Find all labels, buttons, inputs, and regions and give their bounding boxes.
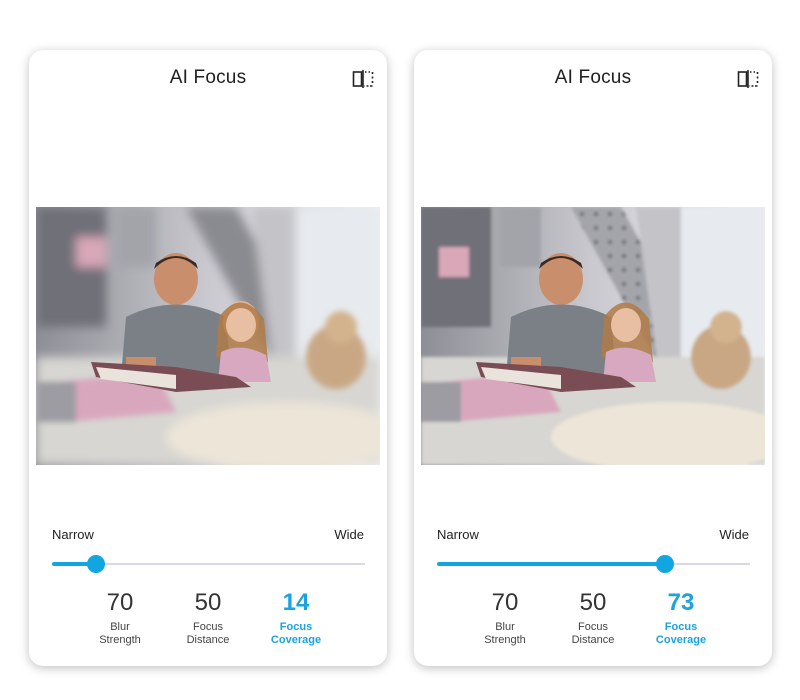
metric-value: 70 [106,589,134,616]
photo-image [36,207,380,465]
range-max-label: Wide [719,527,749,542]
slider-thumb[interactable] [656,555,675,573]
metric-blur-strength[interactable]: 70 Blur Strength [461,588,549,647]
metric-value: 50 [579,589,607,616]
ai-focus-panel-wide: AI Focus Narrow Wide 70 Blur Strength 50… [414,50,772,666]
metric-value: 70 [491,589,519,616]
metric-label-line2: Distance [186,634,230,646]
metric-label-line2: Distance [571,634,615,646]
range-max-label: Wide [334,527,364,542]
metric-focus-distance[interactable]: 50 Focus Distance [164,588,252,647]
metric-value: 14 [282,589,310,616]
metrics-row: 70 Blur Strength 50 Focus Distance 73 Fo… [461,588,727,658]
compare-split-icon[interactable] [352,69,374,89]
metric-focus-coverage[interactable]: 14 Focus Coverage [252,588,340,647]
slider-fill [437,562,666,566]
metric-label-line1: Focus [279,621,313,633]
metric-label-line1: Blur [495,621,515,633]
focus-coverage-slider[interactable] [52,554,365,574]
metric-focus-distance[interactable]: 50 Focus Distance [549,588,637,647]
compare-split-icon[interactable] [737,69,759,89]
metric-value: 50 [194,589,222,616]
metric-label-line1: Focus [193,621,223,633]
photo-image [421,207,765,465]
panel-title: AI Focus [169,67,247,88]
slider-thumb[interactable] [86,555,105,573]
metrics-row: 70 Blur Strength 50 Focus Distance 14 Fo… [76,588,342,658]
metric-label-line2: Strength [99,634,141,646]
metric-value: 73 [667,589,695,616]
focus-coverage-slider[interactable] [437,554,750,574]
photo-preview [36,207,380,465]
metric-label-line2: Strength [484,634,526,646]
metric-blur-strength[interactable]: 70 Blur Strength [76,588,164,647]
range-min-label: Narrow [437,527,479,542]
metric-focus-coverage[interactable]: 73 Focus Coverage [637,588,725,647]
range-min-label: Narrow [52,527,94,542]
panel-header: AI Focus [29,50,387,110]
photo-preview [421,207,765,465]
panel-title: AI Focus [554,67,632,88]
metric-label-line2: Coverage [270,634,322,646]
metric-label-line1: Blur [110,621,130,633]
metric-label-line1: Focus [578,621,608,633]
metric-label-line2: Coverage [655,634,707,646]
panel-header: AI Focus [414,50,772,110]
ai-focus-panel-narrow: AI Focus Narrow Wide 70 Blur Strength 50… [29,50,387,666]
metric-label-line1: Focus [664,621,698,633]
